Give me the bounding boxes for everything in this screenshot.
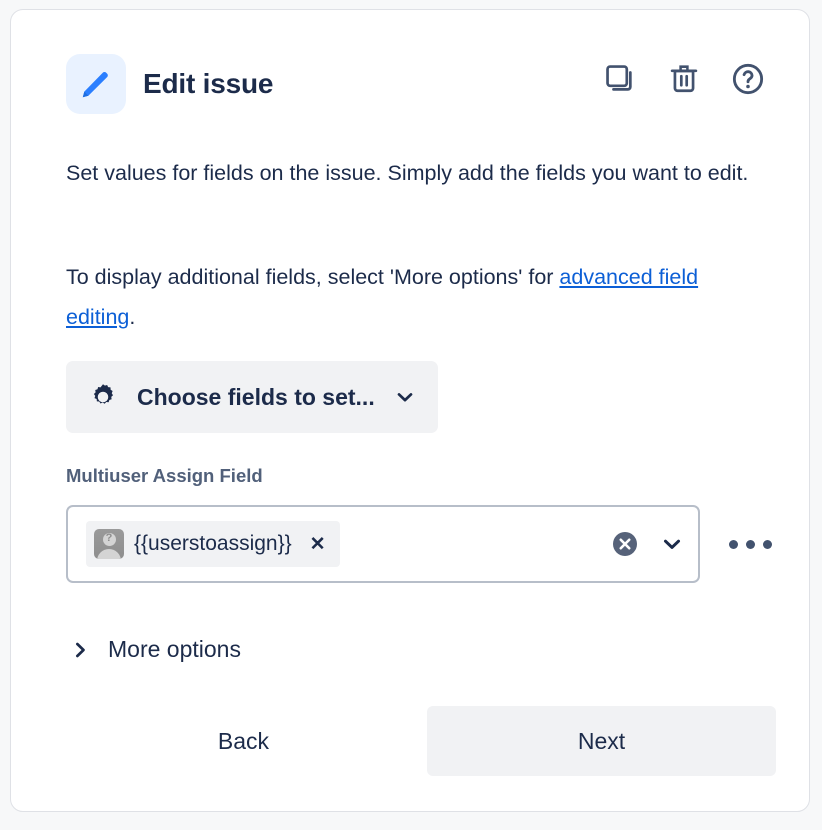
description-paragraph-2-suffix: . bbox=[129, 305, 135, 329]
back-button[interactable]: Back bbox=[160, 706, 327, 776]
clear-circle-icon bbox=[610, 529, 640, 559]
edit-issue-card: Edit issue bbox=[10, 9, 810, 812]
card-footer: Back Next bbox=[66, 706, 766, 776]
multiuser-assign-field-row: ? {{userstoassign}} ✕ bbox=[66, 505, 766, 583]
next-button[interactable]: Next bbox=[427, 706, 776, 776]
choose-fields-label: Choose fields to set... bbox=[137, 384, 375, 411]
dot bbox=[763, 540, 772, 549]
clear-selection-button[interactable] bbox=[610, 529, 640, 559]
dot bbox=[729, 540, 738, 549]
card-header: Edit issue bbox=[66, 54, 769, 114]
chevron-right-icon bbox=[70, 640, 90, 660]
duplicate-icon bbox=[603, 62, 637, 96]
description-paragraph-2: To display additional fields, select 'Mo… bbox=[66, 257, 756, 337]
duplicate-button[interactable] bbox=[599, 58, 641, 100]
open-dropdown-button[interactable] bbox=[660, 532, 684, 556]
chip-remove-button[interactable]: ✕ bbox=[308, 535, 328, 554]
delete-button[interactable] bbox=[663, 58, 705, 100]
chip-label: {{userstoassign}} bbox=[134, 532, 292, 556]
help-button[interactable] bbox=[727, 58, 769, 100]
dot bbox=[746, 540, 755, 549]
more-options-label: More options bbox=[108, 636, 241, 663]
pencil-icon bbox=[66, 54, 126, 114]
more-options-toggle[interactable]: More options bbox=[66, 630, 245, 669]
choose-fields-dropdown[interactable]: Choose fields to set... bbox=[66, 361, 438, 433]
avatar-question-glyph: ? bbox=[94, 531, 124, 545]
multiuser-assign-field-label: Multiuser Assign Field bbox=[66, 465, 263, 487]
page-title: Edit issue bbox=[143, 68, 273, 100]
help-icon bbox=[730, 61, 766, 97]
unknown-user-avatar: ? bbox=[94, 529, 124, 559]
select-indicators bbox=[610, 507, 684, 581]
trash-icon bbox=[667, 62, 701, 96]
more-horizontal-icon[interactable] bbox=[721, 505, 780, 583]
header-actions bbox=[599, 58, 769, 100]
chevron-down-icon bbox=[394, 386, 416, 408]
description-paragraph-2-prefix: To display additional fields, select 'Mo… bbox=[66, 265, 559, 289]
description-paragraph-1: Set values for fields on the issue. Simp… bbox=[66, 153, 756, 193]
chevron-down-icon bbox=[660, 532, 684, 556]
gear-icon bbox=[88, 382, 118, 412]
selected-value-chip[interactable]: ? {{userstoassign}} ✕ bbox=[86, 521, 340, 567]
multiuser-assign-field-select[interactable]: ? {{userstoassign}} ✕ bbox=[66, 505, 700, 583]
